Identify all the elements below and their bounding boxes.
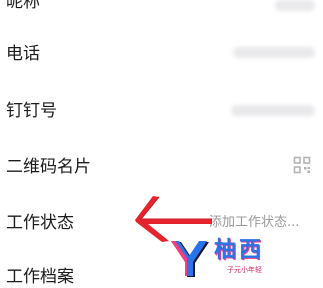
row-phone[interactable]: 电话 [0,34,323,92]
qr-code-icon [293,156,311,174]
blurred-value [275,0,315,11]
blurred-value [233,47,315,58]
watermark-subtext: 子元小年轻 [227,266,262,274]
row-work-profile[interactable]: 工作档案 [0,260,323,287]
work-status-value: 添加工作状态... [209,215,300,230]
blurred-value [231,105,315,116]
row-label: 电话 [6,44,40,64]
row-label: 钉钉号 [6,101,57,121]
row-nickname[interactable]: 昵称 [0,0,323,34]
row-dingtalk-id[interactable]: 钉钉号 [0,92,323,150]
row-label: 昵称 [6,0,40,12]
row-label: 工作状态 [6,213,74,233]
watermark-text: 柚西 [214,238,265,263]
row-label: 二维码名片 [6,157,91,177]
row-label: 工作档案 [6,267,74,287]
red-arrow-icon [135,196,212,242]
watermark-logo-icon [171,241,209,277]
